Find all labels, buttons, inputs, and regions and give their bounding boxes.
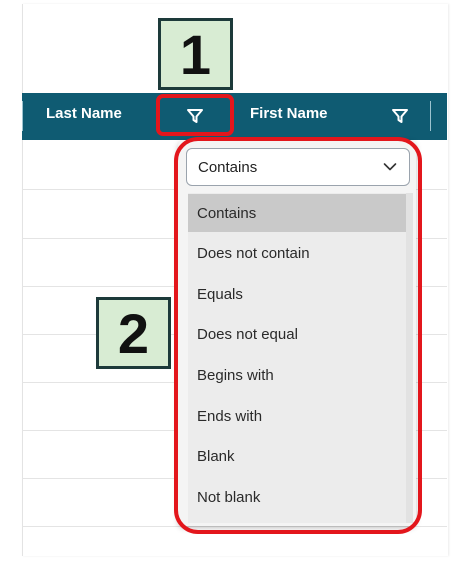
column-title-last-name[interactable]: Last Name bbox=[46, 105, 122, 122]
filter-icon bbox=[392, 109, 408, 123]
filter-menu-highlight bbox=[174, 137, 422, 534]
column-title-first-name[interactable]: First Name bbox=[250, 105, 328, 122]
column-separator[interactable] bbox=[430, 101, 431, 131]
first-name-filter-button[interactable] bbox=[388, 104, 412, 128]
callout-number-2: 2 bbox=[96, 297, 171, 369]
filter-button-highlight bbox=[156, 94, 234, 136]
callout-label: 2 bbox=[117, 301, 150, 365]
callout-number-1: 1 bbox=[158, 18, 233, 90]
callout-label: 1 bbox=[179, 22, 212, 86]
column-separator[interactable] bbox=[22, 101, 23, 131]
grid-header: Last Name First Name bbox=[22, 93, 447, 140]
